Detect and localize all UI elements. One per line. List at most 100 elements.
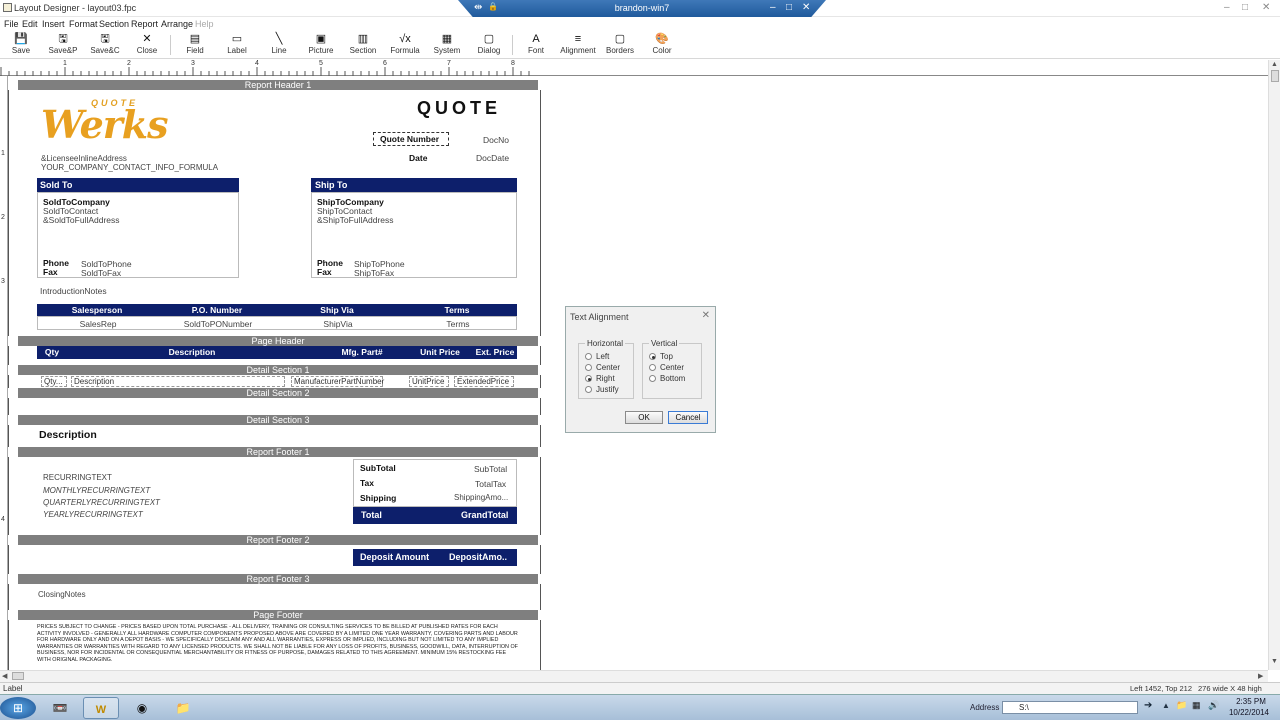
taskbar-app-quotewerks[interactable]: W xyxy=(83,697,119,719)
clock-time[interactable]: 2:35 PM xyxy=(1230,697,1272,706)
docdate-field[interactable]: DocDate xyxy=(476,153,509,163)
section-button[interactable]: ▥ Section xyxy=(343,33,383,55)
line-button[interactable]: ╲ Line xyxy=(259,33,299,55)
remote-maximize-button[interactable]: □ xyxy=(786,2,792,13)
hscroll-thumb[interactable] xyxy=(12,672,24,680)
menu-arrange[interactable]: Arrange xyxy=(161,19,193,29)
close-button[interactable]: ✕ xyxy=(1262,2,1270,13)
band-detail-2[interactable]: Detail Section 2 xyxy=(18,388,538,398)
ship-address-field[interactable]: &ShipToFullAddress xyxy=(317,215,394,225)
tray-folder-icon[interactable]: 📁 xyxy=(1176,700,1187,711)
mfg-part-number-field[interactable]: ManufacturerPartNumber xyxy=(291,376,384,387)
unit-price-column-header[interactable]: Unit Price xyxy=(407,346,473,358)
menu-help[interactable]: Help xyxy=(195,19,214,29)
tray-expand-icon[interactable]: ▲ xyxy=(1162,701,1170,710)
formula-button[interactable]: √x Formula xyxy=(385,33,425,55)
menu-insert[interactable]: Insert xyxy=(42,19,65,29)
close-report-button[interactable]: ✕ Close xyxy=(127,33,167,55)
system-button[interactable]: ▦ System xyxy=(427,33,467,55)
description-label[interactable]: Description xyxy=(39,429,97,441)
h-justify-radio[interactable]: Justify xyxy=(585,385,619,394)
ship-fax-label[interactable]: Fax xyxy=(317,267,332,277)
taskbar-app-explorer[interactable]: 📁 xyxy=(165,697,201,719)
band-report-footer-1[interactable]: Report Footer 1 xyxy=(18,447,538,457)
licensee-field[interactable]: &LicenseeInlineAddress xyxy=(41,154,127,163)
unit-price-field[interactable]: UnitPrice xyxy=(409,376,449,387)
scroll-up-icon[interactable]: ▲ xyxy=(1271,61,1278,68)
deposit-amount-field[interactable]: DepositAmo.. xyxy=(449,552,507,562)
ship-fax-field[interactable]: ShipToFax xyxy=(354,268,394,278)
po-number-field[interactable]: SoldToPONumber xyxy=(158,319,278,329)
h-left-radio[interactable]: Left xyxy=(585,352,609,361)
page-footer-terms[interactable]: PRICES SUBJECT TO CHANGE - PRICES BASED … xyxy=(37,624,519,664)
terms-field[interactable]: Terms xyxy=(398,319,518,329)
monthly-recurring-field[interactable]: MONTHLYRECURRINGTEXT xyxy=(43,486,150,495)
scroll-down-icon[interactable]: ▼ xyxy=(1271,658,1278,665)
closing-notes-field[interactable]: ClosingNotes xyxy=(38,590,86,599)
band-page-footer[interactable]: Page Footer xyxy=(18,610,538,620)
ext-price-column-header[interactable]: Ext. Price xyxy=(473,346,517,358)
maximize-button[interactable]: □ xyxy=(1242,2,1248,13)
menu-edit[interactable]: Edit xyxy=(22,19,38,29)
sold-to-header[interactable]: Sold To xyxy=(37,178,239,192)
minimize-button[interactable]: – xyxy=(1224,2,1230,13)
h-right-radio[interactable]: Right xyxy=(585,374,615,383)
v-bottom-radio[interactable]: Bottom xyxy=(649,374,685,383)
volume-icon[interactable]: 🔊 xyxy=(1208,700,1219,711)
selected-label-handle[interactable]: Quote Number xyxy=(373,132,449,146)
total-label[interactable]: Total xyxy=(361,510,382,520)
borders-button[interactable]: ▢ Borders xyxy=(600,33,640,55)
subtotal-label[interactable]: SubTotal xyxy=(360,463,396,473)
salesrep-field[interactable]: SalesRep xyxy=(38,319,158,329)
docno-field[interactable]: DocNo xyxy=(483,135,509,145)
terms-header[interactable]: Terms xyxy=(397,304,517,316)
po-number-header[interactable]: P.O. Number xyxy=(157,304,277,316)
description-field[interactable]: Description xyxy=(71,376,285,387)
band-report-footer-2[interactable]: Report Footer 2 xyxy=(18,535,538,545)
h-center-radio[interactable]: Center xyxy=(585,363,620,372)
recurring-text-field[interactable]: RECURRINGTEXT xyxy=(43,473,112,482)
address-input[interactable]: S:\ xyxy=(1002,701,1138,714)
scroll-right-icon[interactable]: ▶ xyxy=(1258,672,1263,680)
grand-total-field[interactable]: GrandTotal xyxy=(461,510,508,520)
quotewerks-logo[interactable]: QUOTE Werks xyxy=(41,98,191,147)
total-tax-field[interactable]: TotalTax xyxy=(475,479,506,489)
band-detail-1[interactable]: Detail Section 1 xyxy=(18,365,538,375)
remote-minimize-button[interactable]: – xyxy=(770,2,776,13)
mfg-part-column-header[interactable]: Mfg. Part# xyxy=(317,346,407,358)
alignment-button[interactable]: ≡ Alignment xyxy=(558,33,598,55)
cancel-button[interactable]: Cancel xyxy=(668,411,708,424)
scroll-left-icon[interactable]: ◀ xyxy=(2,672,7,680)
subtotal-field[interactable]: SubTotal xyxy=(474,464,507,474)
quote-title[interactable]: QUOTE xyxy=(417,98,501,119)
vertical-scrollbar[interactable]: ▲ ▼ xyxy=(1268,60,1280,670)
menu-format[interactable]: Format xyxy=(69,19,98,29)
menu-report[interactable]: Report xyxy=(131,19,158,29)
save-button[interactable]: 💾 Save xyxy=(1,33,41,55)
label-button[interactable]: ▭ Label xyxy=(217,33,257,55)
v-top-radio[interactable]: Top xyxy=(649,352,673,361)
v-center-radio[interactable]: Center xyxy=(649,363,684,372)
remote-close-button[interactable]: ✕ xyxy=(802,2,810,13)
band-report-header-1[interactable]: Report Header 1 xyxy=(18,80,538,90)
deposit-amount-label[interactable]: Deposit Amount xyxy=(360,552,429,562)
qty-field[interactable]: Qty... xyxy=(41,376,67,387)
taskbar-app-chrome[interactable]: ◉ xyxy=(124,697,160,719)
salesperson-header[interactable]: Salesperson xyxy=(37,304,157,316)
ship-via-header[interactable]: Ship Via xyxy=(277,304,397,316)
menu-section[interactable]: Section xyxy=(99,19,129,29)
taskbar-app-media[interactable]: 📼 xyxy=(42,697,78,719)
qty-column-header[interactable]: Qty xyxy=(37,346,67,358)
description-column-header[interactable]: Description xyxy=(67,346,317,358)
scroll-thumb[interactable] xyxy=(1271,70,1279,82)
clock-date[interactable]: 10/22/2014 xyxy=(1226,708,1272,717)
band-detail-3[interactable]: Detail Section 3 xyxy=(18,415,538,425)
extended-price-field[interactable]: ExtendedPrice xyxy=(454,376,514,387)
company-formula-field[interactable]: YOUR_COMPANY_CONTACT_INFO_FORMULA xyxy=(41,163,218,172)
color-button[interactable]: 🎨 Color xyxy=(642,33,682,55)
dialog-button[interactable]: ▢ Dialog xyxy=(469,33,509,55)
tax-label[interactable]: Tax xyxy=(360,478,374,488)
menu-file[interactable]: File xyxy=(4,19,19,29)
font-button[interactable]: A Font xyxy=(516,33,556,55)
go-arrow-icon[interactable]: ➔ xyxy=(1144,700,1152,711)
